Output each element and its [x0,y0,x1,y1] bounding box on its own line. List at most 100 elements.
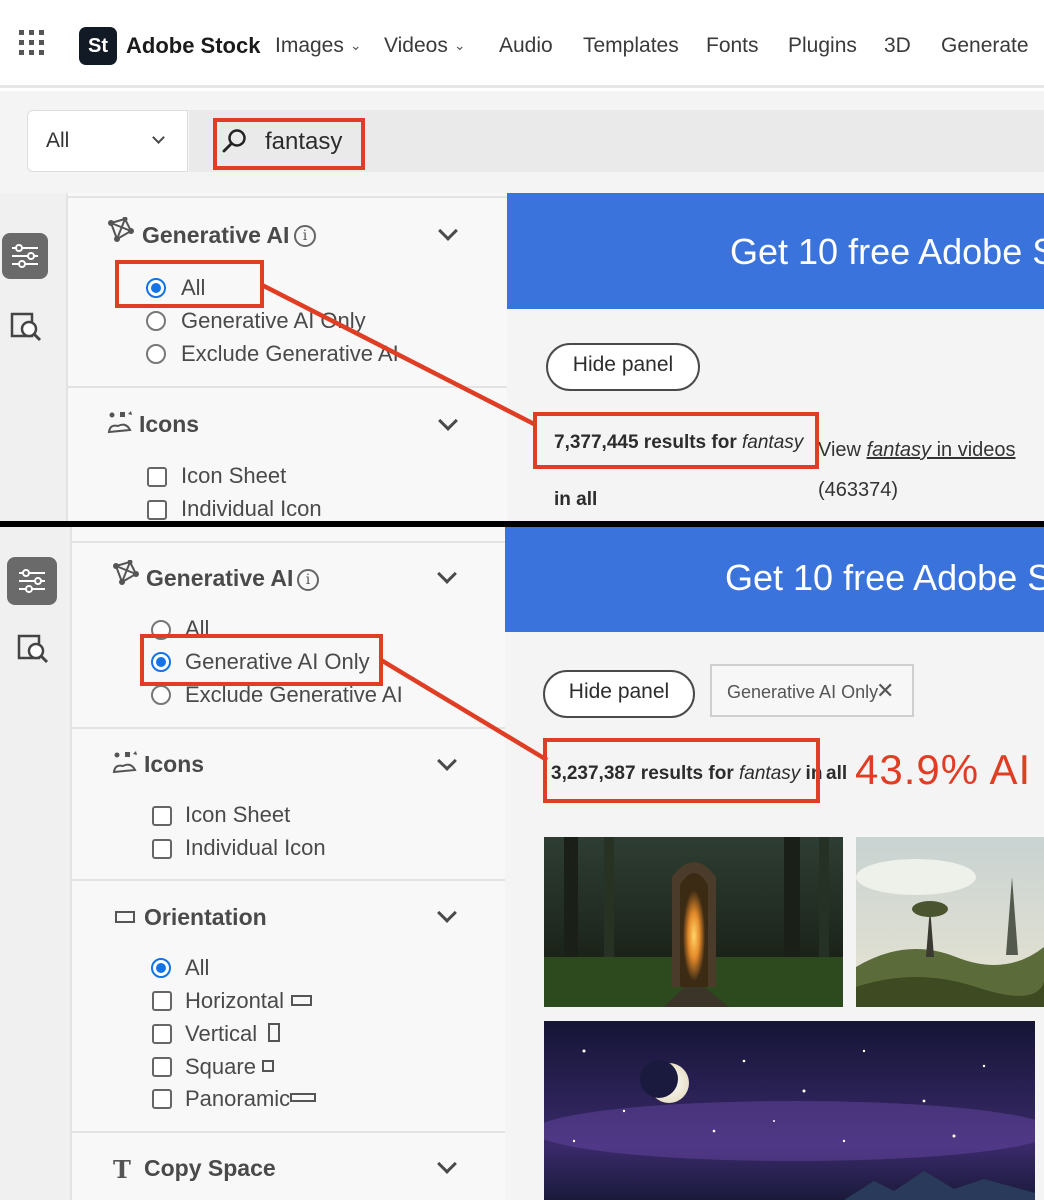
checkbox-square[interactable] [152,1057,172,1077]
copy-space-heading[interactable]: Copy Space [144,1155,276,1182]
result-image-night-sky[interactable] [544,1021,1035,1200]
close-icon[interactable]: ✕ [876,678,894,704]
icon-sheet-label: Icon Sheet [185,802,291,827]
icons-icon [106,410,134,434]
hide-panel-button[interactable]: Hide panel [546,343,700,391]
orientation-all-label: All [185,955,210,980]
divider [66,386,507,388]
nav-images-label: Images [275,34,344,57]
radio-exclude-generative-ai[interactable] [146,344,166,364]
radio-generative-ai-only[interactable] [146,311,166,331]
orientation-heading[interactable]: Orientation [144,904,267,931]
promo-banner[interactable]: Get 10 free Adobe Stock [505,527,1044,632]
radio-orientation-all[interactable] [151,958,171,978]
radio-exclude-generative-ai[interactable] [151,685,171,705]
nav-generate[interactable]: Generate [941,34,1029,58]
info-icon[interactable]: i [294,225,316,247]
checkbox-panoramic[interactable] [152,1089,172,1109]
horizontal-label: Horizontal [185,988,285,1013]
horizontal-icon [291,995,312,1006]
promo-banner[interactable]: Get 10 free Adobe Stock [507,193,1044,309]
results-scope: all [826,763,848,784]
promo-banner-text: Get 10 free Adobe Stock [730,231,1044,272]
chevron-down-icon [152,131,165,144]
option-exclude-generative-ai-label: Exclude Generative AI [181,341,399,366]
vertical-icon [268,1023,280,1042]
icon-sheet-label: Icon Sheet [181,463,287,488]
checkbox-horizontal[interactable] [152,991,172,1011]
promo-banner-text: Get 10 free Adobe Stock [725,557,1044,598]
generative-ai-icon [107,216,135,243]
nav-plugins[interactable]: Plugins [788,34,857,58]
hide-panel-button[interactable]: Hide panel [543,670,695,718]
annotation-box-all [115,260,264,308]
search-bar-row: All fantasy [0,91,1044,193]
top-nav: St Adobe Stock Images ⌄ Videos ⌄ Audio Tem… [0,0,1044,88]
adobe-stock-logo[interactable]: St [79,27,117,65]
nav-videos[interactable]: Videos ⌄ [384,34,466,58]
nav-fonts[interactable]: Fonts [706,34,759,58]
generative-ai-heading[interactable]: Generative AI [142,222,289,249]
orientation-icon [115,911,135,923]
sliders-icon [12,244,38,268]
individual-icon-label: Individual Icon [181,496,322,521]
annotation-box-top-results [533,412,819,469]
divider [70,727,505,729]
panoramic-icon [290,1093,316,1102]
filter-chip-label: Generative AI Only [727,682,879,702]
category-select-value: All [46,129,70,152]
view-in-videos-count: (463374) [818,479,899,501]
icons-heading[interactable]: Icons [144,751,204,778]
filters-toggle-button[interactable] [2,233,48,279]
nav-templates[interactable]: Templates [583,34,679,58]
generative-ai-heading[interactable]: Generative AI [146,565,293,592]
nav-videos-label: Videos [384,34,448,57]
view-prefix: View [818,439,867,461]
annotation-box-search [213,118,365,170]
option-generative-ai-only-label: Generative AI Only [181,308,366,333]
view-term: fantasy [866,439,932,461]
individual-icon-label: Individual Icon [185,835,326,860]
divider [66,196,507,198]
chevron-down-icon: ⌄ [453,37,466,53]
result-image-landscape[interactable] [856,837,1044,1007]
divider [70,541,505,543]
app-grid-icon[interactable] [19,30,45,56]
nav-images[interactable]: Images ⌄ [275,34,362,58]
view-in-videos-link[interactable]: View fantasy in videos [818,439,1016,462]
filters-toggle-button[interactable] [7,557,57,605]
checkbox-icon-sheet[interactable] [152,806,172,826]
checkbox-vertical[interactable] [152,1024,172,1044]
category-select[interactable]: All [27,110,188,172]
checkbox-individual-icon[interactable] [152,839,172,859]
vertical-label: Vertical [185,1021,258,1046]
info-icon[interactable]: i [297,569,319,591]
nav-3d[interactable]: 3D [884,34,911,58]
moon-night-sky-image [544,1021,1035,1200]
left-rail [0,527,70,1200]
checkbox-icon-sheet[interactable] [147,467,167,487]
copy-space-icon: T [113,1155,131,1184]
generative-ai-icon [112,559,140,586]
divider [70,1131,505,1133]
view-suffix: in videos [931,439,1016,461]
ai-percent-annotation: 43.9% AI [855,746,1032,793]
logo-mark: St [88,35,108,57]
visual-search-icon[interactable] [17,632,49,664]
result-image-portal[interactable] [544,837,843,1007]
square-icon [262,1060,274,1072]
visual-search-icon[interactable] [10,310,42,342]
icons-heading[interactable]: Icons [139,411,199,438]
brand-name[interactable]: Adobe Stock [126,33,260,59]
filter-chip[interactable]: Generative AI Only ✕ [710,664,914,717]
square-label: Square [185,1054,256,1079]
chevron-down-icon: ⌄ [349,37,362,53]
forest-portal-image [544,837,843,1007]
nav-audio[interactable]: Audio [499,34,553,58]
divider [70,879,505,881]
fantasy-landscape-image [856,837,1044,1007]
panoramic-label: Panoramic [185,1086,291,1111]
annotation-box-generative-ai-only [140,634,383,686]
checkbox-individual-icon[interactable] [147,500,167,520]
icons-icon [111,750,139,774]
